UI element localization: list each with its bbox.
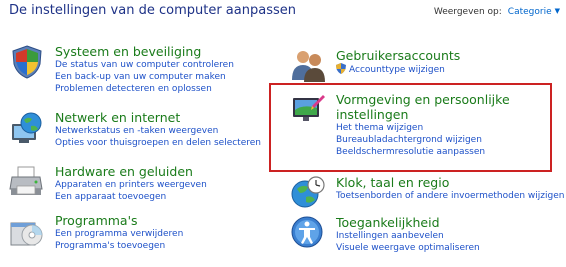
link-recommend-settings[interactable]: Instellingen aanbevelen <box>336 230 480 242</box>
uac-shield-icon <box>336 63 346 74</box>
view-by-label: Weergeven op: <box>433 7 502 17</box>
link-network-status[interactable]: Netwerkstatus en -taken weergeven <box>55 125 261 137</box>
link-adjust-resolution[interactable]: Beeldschermresolutie aanpassen <box>336 146 556 158</box>
link-change-account-type[interactable]: Accounttype wijzigen <box>336 63 460 76</box>
users-icon[interactable] <box>290 48 326 84</box>
view-by-dropdown[interactable]: Categorie <box>508 7 552 17</box>
accessibility-icon[interactable] <box>290 215 326 251</box>
category-title[interactable]: Programma's <box>55 213 183 228</box>
link-add-device[interactable]: Een apparaat toevoegen <box>55 191 207 203</box>
shield-flag-icon[interactable] <box>9 44 45 80</box>
category-title[interactable]: Netwerk en internet <box>55 110 261 125</box>
view-by: Weergeven op: Categorie ▼ <box>434 7 560 17</box>
link-check-status[interactable]: De status van uw computer controleren <box>55 59 234 71</box>
link-backup[interactable]: Een back-up van uw computer maken <box>55 71 234 83</box>
printer-icon[interactable] <box>9 164 45 200</box>
programs-icon[interactable] <box>9 213 45 249</box>
link-add-programs[interactable]: Programma's toevoegen <box>55 240 183 252</box>
link-troubleshoot[interactable]: Problemen detecteren en oplossen <box>55 83 234 95</box>
link-change-wallpaper[interactable]: Bureaubladachtergrond wijzigen <box>336 134 556 146</box>
link-devices-printers[interactable]: Apparaten en printers weergeven <box>55 179 207 191</box>
category-title[interactable]: Vormgeving en persoonlijke instellingen <box>336 92 556 122</box>
link-label: Accounttype wijzigen <box>349 65 445 75</box>
link-uninstall-program[interactable]: Een programma verwijderen <box>55 228 183 240</box>
clock-globe-icon[interactable] <box>290 175 326 211</box>
link-change-keyboards[interactable]: Toetsenborden of andere invoermethoden w… <box>336 190 564 202</box>
appearance-icon[interactable] <box>290 92 326 128</box>
link-optimize-visual[interactable]: Visuele weergave optimaliseren <box>336 242 480 254</box>
globe-network-icon[interactable] <box>9 110 45 146</box>
link-homegroup[interactable]: Opties voor thuisgroepen en delen select… <box>55 137 261 149</box>
category-title[interactable]: Klok, taal en regio <box>336 175 564 190</box>
link-change-theme[interactable]: Het thema wijzigen <box>336 122 556 134</box>
category-title[interactable]: Hardware en geluiden <box>55 164 207 179</box>
category-title[interactable]: Gebruikersaccounts <box>336 48 460 63</box>
category-title[interactable]: Systeem en beveiliging <box>55 44 234 59</box>
chevron-down-icon[interactable]: ▼ <box>555 7 560 15</box>
page-title: De instellingen van de computer aanpasse… <box>9 3 296 18</box>
category-title[interactable]: Toegankelijkheid <box>336 215 480 230</box>
